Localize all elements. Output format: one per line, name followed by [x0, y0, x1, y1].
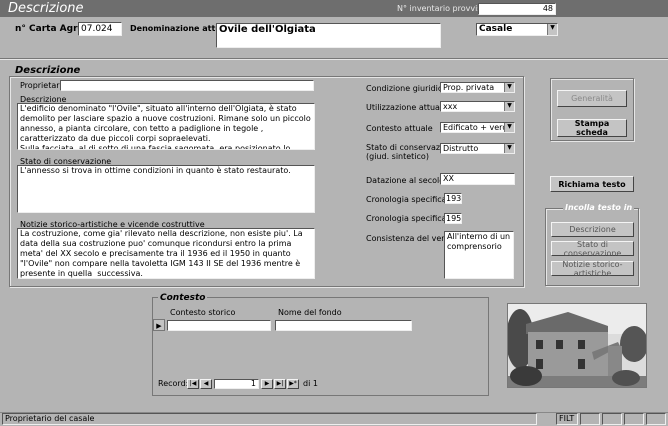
nome-fondo-field[interactable]: [275, 320, 412, 331]
new-record-icon[interactable]: ▶*: [287, 379, 299, 389]
next-record-icon[interactable]: ▶: [261, 379, 273, 389]
chevron-down-icon[interactable]: ▼: [504, 123, 514, 132]
chevron-down-icon[interactable]: ▼: [504, 83, 514, 92]
record-label: Record:: [158, 379, 189, 388]
inventory-field[interactable]: 48: [478, 3, 556, 15]
utilizzazione-label: Utilizzazione attuale: [366, 103, 448, 112]
page-title: Descrizione: [8, 1, 84, 16]
carta-agro-label: n° Carta Agro: [15, 24, 84, 34]
prev-record-icon[interactable]: ◀: [200, 379, 212, 389]
first-record-icon[interactable]: |◀: [187, 379, 199, 389]
stampa-scheda-button[interactable]: Stampa scheda: [557, 119, 627, 137]
denominazione-field[interactable]: Ovile dell'Olgiata: [216, 23, 441, 48]
cronologia-a-field[interactable]: 1950: [444, 213, 462, 224]
descrizione-section-title: Descrizione: [15, 65, 81, 76]
condizione-select[interactable]: Prop. privata ▼: [440, 82, 515, 93]
cronologia-da-field[interactable]: 1936: [444, 193, 462, 204]
contesto-title: Contesto: [158, 293, 208, 303]
chevron-down-icon[interactable]: ▼: [504, 102, 514, 111]
contesto-col-storico: Contesto storico: [170, 308, 236, 317]
status-filt: FILT: [556, 413, 578, 425]
consistenza-verde-field[interactable]: All'interno di un comprensorio: [444, 231, 514, 279]
header-bar: [0, 0, 668, 17]
proprietario-field[interactable]: [60, 80, 314, 91]
utilizzazione-select[interactable]: xxx ▼: [440, 101, 515, 112]
status-cell: [624, 413, 644, 425]
cronologia-a-label: Cronologia specifica a: [366, 214, 454, 223]
contesto-attuale-label: Contesto attuale: [366, 124, 433, 133]
incolla-stato-button[interactable]: Stato di conservazione: [551, 240, 634, 258]
record-number-field[interactable]: 1: [214, 379, 259, 389]
datazione-label: Datazione al secolo:: [366, 176, 447, 185]
building-photo: [507, 303, 647, 388]
status-text: Proprietario del casale: [2, 413, 537, 425]
chevron-down-icon[interactable]: ▼: [504, 144, 514, 153]
notizie-textarea[interactable]: La costruzione, come gia' rilevato nella…: [17, 228, 315, 279]
datazione-field[interactable]: XX: [440, 173, 515, 185]
chevron-down-icon[interactable]: ▼: [547, 24, 557, 35]
tipo-select[interactable]: Casale ▼: [476, 23, 558, 36]
carta-agro-field[interactable]: 07.024: [78, 22, 122, 36]
divider: [0, 58, 668, 60]
building-photo-image: [508, 304, 646, 387]
incolla-title: Incolla testo in: [563, 203, 635, 213]
condizione-label: Condizione giuridica: [366, 84, 448, 93]
record-selector[interactable]: ▶: [153, 319, 165, 331]
contesto-attuale-select[interactable]: Edificato + verde ▼: [440, 122, 515, 133]
status-cell: [646, 413, 666, 425]
contesto-storico-field[interactable]: [167, 320, 271, 331]
generalita-button[interactable]: Generalità: [557, 90, 627, 107]
descrizione-textarea[interactable]: L'edificio denominato "l'Ovile", situato…: [17, 103, 315, 150]
status-cell: [602, 413, 622, 425]
stato-conservazione-textarea[interactable]: L'annesso si trova in ottime condizioni …: [17, 165, 315, 213]
stato-sintetico-select[interactable]: Distrutto ▼: [440, 143, 515, 154]
incolla-notizie-button[interactable]: Notizie storico-artistiche: [551, 260, 634, 278]
richiama-testo-button[interactable]: Richiama testo: [550, 176, 634, 192]
contesto-col-fondo: Nome del fondo: [278, 308, 342, 317]
incolla-descrizione-button[interactable]: Descrizione: [551, 222, 634, 237]
status-cell: [580, 413, 600, 425]
last-record-icon[interactable]: ▶|: [274, 379, 286, 389]
record-total: di 1: [303, 379, 318, 388]
